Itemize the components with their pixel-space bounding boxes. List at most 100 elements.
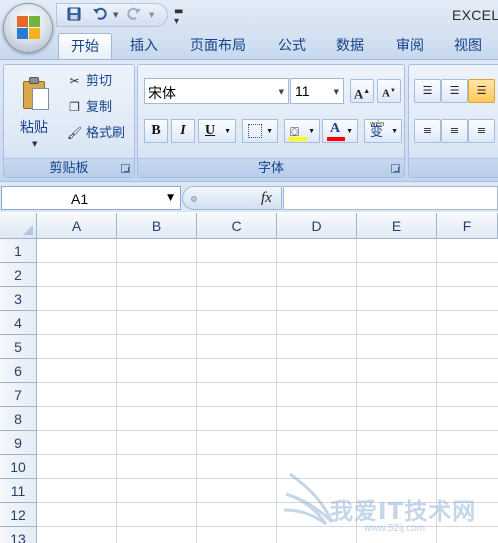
underline-button[interactable]: U ▼	[198, 119, 236, 143]
clipboard-launcher-icon[interactable]	[121, 164, 130, 173]
align-left-button[interactable]: ≡	[414, 119, 441, 143]
bold-button[interactable]: B	[144, 119, 168, 143]
tab-data[interactable]: 数据	[328, 33, 372, 60]
italic-button[interactable]: I	[171, 119, 195, 143]
insert-function-button[interactable]: fx	[261, 190, 272, 207]
clipboard-group: 粘贴 ▼ ✂ 剪切 ❐ 复制 🖌 格式刷 剪贴板	[3, 64, 135, 178]
office-logo-icon	[17, 16, 41, 40]
resize-handle-icon[interactable]	[191, 196, 197, 202]
column-header[interactable]: C	[197, 213, 277, 239]
row-header[interactable]: 2	[0, 263, 37, 287]
font-color-button[interactable]: A ▼	[322, 119, 358, 143]
redo-dropdown-icon[interactable]: ▼	[149, 11, 154, 19]
tab-home[interactable]: 开始	[58, 33, 112, 60]
paste-button[interactable]: 粘贴	[20, 117, 48, 137]
font-name-combobox[interactable]: 宋体 ▼	[144, 78, 289, 104]
row-header[interactable]: 1	[0, 239, 37, 263]
column-header[interactable]: E	[357, 213, 437, 239]
column-header[interactable]: F	[437, 213, 498, 239]
customize-toolbar-icon[interactable]: ▬ ▾	[174, 7, 183, 27]
shrink-font-button[interactable]: A▼	[377, 79, 401, 103]
align-top-button[interactable]: ☰	[414, 79, 441, 103]
column-header[interactable]: A	[37, 213, 117, 239]
grow-font-button[interactable]: A▲	[350, 79, 374, 103]
gridline-horizontal	[37, 382, 498, 383]
phonetic-dropdown-icon[interactable]: ▼	[391, 120, 398, 142]
cut-label: 剪切	[86, 74, 113, 89]
border-icon	[248, 124, 262, 138]
save-icon[interactable]	[66, 7, 82, 24]
align-bottom-button[interactable]: ☰	[468, 79, 495, 103]
chevron-down-icon[interactable]: ▼	[334, 88, 339, 96]
align-center-button[interactable]: ≡	[441, 119, 468, 143]
ribbon: 粘贴 ▼ ✂ 剪切 ❐ 复制 🖌 格式刷 剪贴板 字体 宋体 ▼ 11 ▼ A▲ A▼…	[0, 59, 498, 181]
column-header[interactable]: B	[117, 213, 197, 239]
paste-icon[interactable]	[21, 77, 51, 111]
undo-dropdown-icon[interactable]: ▼	[113, 11, 118, 19]
borders-button[interactable]: ▼	[242, 119, 278, 143]
row-header[interactable]: 8	[0, 407, 37, 431]
undo-icon[interactable]	[91, 7, 109, 24]
ribbon-tabs: 开始 插入 页面布局 公式 数据 审阅 视图	[0, 32, 498, 60]
tab-page-layout[interactable]: 页面布局	[182, 33, 254, 60]
align-right-button[interactable]: ≡	[468, 119, 495, 143]
gridline-horizontal	[37, 526, 498, 527]
tab-formulas[interactable]: 公式	[270, 33, 314, 60]
format-painter-label: 格式刷	[86, 126, 126, 141]
format-painter-button[interactable]: 🖌 格式刷	[66, 123, 125, 143]
font-launcher-icon[interactable]	[391, 164, 400, 173]
worksheet-grid[interactable]: ABCDEF 1 2 3 4 5 6 7 8 9 10 11 12 13	[0, 213, 498, 543]
phonetic-guide-button[interactable]: wén 变 ▼	[364, 119, 402, 143]
font-size-value: 11	[295, 83, 310, 99]
gridline-horizontal	[37, 454, 498, 455]
gridline-horizontal	[37, 502, 498, 503]
underline-label: U	[205, 123, 216, 138]
gridline-horizontal	[37, 286, 498, 287]
align-middle-button[interactable]: ☰	[441, 79, 468, 103]
row-header[interactable]: 13	[0, 527, 37, 543]
redo-icon[interactable]	[125, 7, 143, 24]
row-header[interactable]: 10	[0, 455, 37, 479]
gridline-horizontal	[37, 406, 498, 407]
row-header[interactable]: 11	[0, 479, 37, 503]
borders-dropdown-icon[interactable]: ▼	[266, 120, 273, 142]
select-all-button[interactable]	[0, 213, 37, 239]
paste-dropdown-icon[interactable]: ▼	[32, 140, 37, 148]
row-header[interactable]: 12	[0, 503, 37, 527]
tab-insert[interactable]: 插入	[120, 33, 168, 60]
name-box-value: A1	[71, 191, 89, 207]
copy-label: 复制	[86, 100, 113, 115]
font-color-swatch	[327, 137, 345, 141]
font-color-dropdown-icon[interactable]: ▼	[346, 120, 353, 142]
office-button[interactable]	[3, 3, 53, 53]
row-header[interactable]: 9	[0, 431, 37, 455]
row-header[interactable]: 4	[0, 311, 37, 335]
app-title: EXCEL	[452, 7, 498, 23]
clipboard-group-label: 剪贴板	[4, 158, 134, 177]
column-header[interactable]: D	[277, 213, 357, 239]
title-bar: ▼ ▼ ▬ ▾ EXCEL	[0, 0, 498, 32]
name-box[interactable]: A1 ▼	[1, 186, 181, 210]
font-group-label: 字体	[138, 158, 404, 177]
row-header[interactable]: 5	[0, 335, 37, 359]
fill-color-button[interactable]: ⛋ ▼	[284, 119, 320, 143]
copy-button[interactable]: ❐ 复制	[66, 97, 112, 117]
gridline-horizontal	[37, 478, 498, 479]
font-size-combobox[interactable]: 11 ▼	[290, 78, 344, 104]
chevron-down-icon[interactable]: ▼	[279, 88, 284, 96]
formula-input[interactable]	[283, 186, 498, 210]
gridline-horizontal	[37, 430, 498, 431]
chevron-down-icon[interactable]: ▼	[167, 193, 174, 203]
underline-dropdown-icon[interactable]: ▼	[224, 120, 231, 142]
row-header[interactable]: 3	[0, 287, 37, 311]
row-header[interactable]: 7	[0, 383, 37, 407]
tab-review[interactable]: 审阅	[388, 33, 432, 60]
row-header[interactable]: 6	[0, 359, 37, 383]
cut-button[interactable]: ✂ 剪切	[66, 71, 112, 91]
phonetic-char: 变	[370, 125, 384, 140]
tab-view[interactable]: 视图	[446, 33, 490, 60]
fill-color-dropdown-icon[interactable]: ▼	[308, 120, 315, 142]
copy-icon: ❐	[69, 100, 80, 114]
alignment-group-label	[409, 158, 498, 177]
font-name-value: 宋体	[148, 86, 176, 102]
